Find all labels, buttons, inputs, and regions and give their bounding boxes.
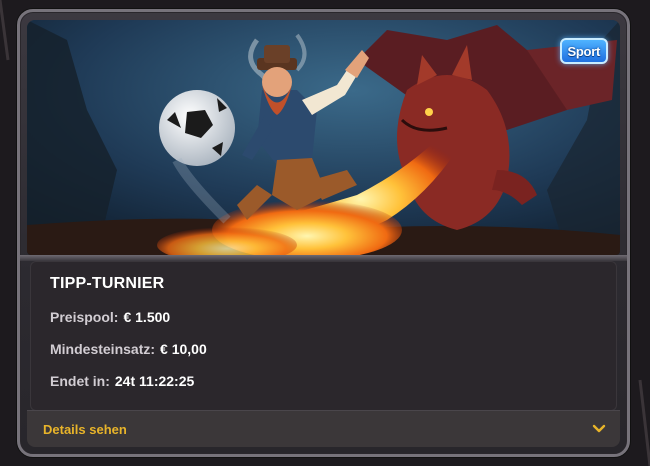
min-stake-row: Mindesteinsatz: € 10,00 [50, 341, 617, 361]
football-dwarf-dragon-artwork [27, 20, 620, 255]
sport-badge: Sport [559, 38, 608, 64]
hero-banner: Sport [27, 20, 620, 255]
chevron-down-icon [592, 424, 606, 433]
ends-in-row: Endet in: 24t 11:22:25 [50, 373, 617, 393]
details-label: Details sehen [43, 421, 127, 437]
tournament-title: TIPP-TURNIER [50, 275, 165, 292]
min-stake-label: Mindesteinsatz: [50, 341, 156, 357]
details-toggle[interactable]: Details sehen [27, 410, 620, 447]
ends-in-label: Endet in: [50, 373, 110, 389]
tournament-card: Sport TIPP-TURNIER Preispool: € 1.500 Mi… [17, 9, 630, 457]
prize-pool-label: Preispool: [50, 309, 119, 325]
ends-in-value: 24t 11:22:25 [114, 373, 195, 389]
sport-badge-label: Sport [567, 43, 601, 59]
prize-pool-row: Preispool: € 1.500 [50, 309, 617, 329]
prize-pool-value: € 1.500 [123, 309, 171, 325]
min-stake-value: € 10,00 [160, 341, 207, 357]
tournament-info: TIPP-TURNIER Preispool: € 1.500 Mindeste… [30, 261, 617, 411]
